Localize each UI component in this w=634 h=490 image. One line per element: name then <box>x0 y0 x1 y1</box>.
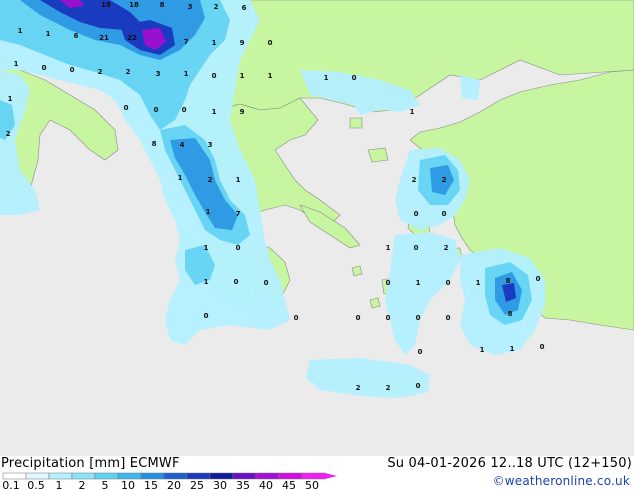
precip-value-label: 6 <box>242 4 247 12</box>
precip-value-label: 1 <box>416 279 421 287</box>
legend-tick-label: 35 <box>236 479 250 490</box>
map-title: Precipitation [mm] ECMWF <box>1 456 180 471</box>
precip-value-label: 2 <box>442 176 447 184</box>
precip-value-label: 0 <box>264 279 269 287</box>
precip-value-label: 22 <box>127 34 137 42</box>
precip-value-label: 1 <box>240 72 245 80</box>
precip-value-label: 0 <box>416 314 421 322</box>
precip-value-label: 1 <box>480 346 485 354</box>
precip-value-label: 2 <box>126 68 131 76</box>
legend-tick-label: 40 <box>259 479 273 490</box>
land-cyclades-2 <box>369 297 381 309</box>
precip-value-label: 0 <box>124 104 129 112</box>
precip-value-label: 0 <box>352 74 357 82</box>
precip-value-label: 0 <box>386 279 391 287</box>
precip-value-label: 1 <box>206 208 211 216</box>
precip-value-label: 0 <box>418 348 423 356</box>
precip-value-label: 1 <box>324 74 329 82</box>
precip-value-label: 3 <box>188 3 193 11</box>
precip-value-label: 6 <box>74 32 79 40</box>
precip-value-label: 1 <box>510 345 515 353</box>
precip-value-label: 1 <box>18 27 23 35</box>
precip-value-label: 8 <box>508 310 513 318</box>
precip-value-label: 0 <box>446 279 451 287</box>
precip-value-label: 21 <box>99 34 109 42</box>
legend-ticks: 0.1 0.5 1 2 5 10 15 20 25 30 35 40 45 50 <box>2 479 319 490</box>
legend-tick-label: 0.5 <box>27 479 45 490</box>
precip-value-label: 1 <box>184 70 189 78</box>
precip-value-label: 0 <box>236 244 241 252</box>
precip-value-label: 1 <box>236 176 241 184</box>
legend-tick-label: 25 <box>190 479 204 490</box>
precip-value-label: 0 <box>446 314 451 322</box>
precip-value-label: 2 <box>6 130 11 138</box>
legend-tick-label: 0.1 <box>2 479 20 490</box>
precip-value-label: 2 <box>98 68 103 76</box>
precipitation-map: 18 18 8 3 2 61 1 6 21 22 7 1 9 01 0 0 2 2 3 1 0 1 1 1 010 0 0 1 9 128… <box>0 0 634 456</box>
legend-tick-label: 10 <box>121 479 135 490</box>
precip-value-label: 1 <box>14 60 19 68</box>
precip-value-label: 0 <box>536 275 541 283</box>
precip-value-label: 1 <box>8 95 13 103</box>
precip-value-label: 0 <box>414 210 419 218</box>
precip-value-label: 0 <box>212 72 217 80</box>
legend-tick-label: 50 <box>305 479 319 490</box>
precip-value-label: 1 <box>204 278 209 286</box>
precip-value-label: 7 <box>184 38 189 46</box>
legend-tick-label: 20 <box>167 479 181 490</box>
precip-value-label: 18 <box>129 1 139 9</box>
precip-value-label: 0 <box>182 106 187 114</box>
precip-value-label: 2 <box>356 384 361 392</box>
credit-link[interactable]: ©weatheronline.co.uk <box>493 474 630 488</box>
precip-value-label: 0 <box>268 39 273 47</box>
precip-value-label: 0 <box>442 210 447 218</box>
precip-value-label: 2 <box>214 3 219 11</box>
legend-tick-label: 45 <box>282 479 296 490</box>
precip-value-label: 1 <box>386 244 391 252</box>
precip-value-label: 0 <box>540 343 545 351</box>
precip-value-label: 8 <box>152 140 157 148</box>
precip-value-label: 1 <box>178 174 183 182</box>
precip-value-label: 8 <box>506 277 511 285</box>
precip-value-label: 9 <box>240 108 245 116</box>
precip-value-label: 2 <box>444 244 449 252</box>
precip-value-label: 3 <box>208 141 213 149</box>
precip-value-label: 8 <box>160 1 165 9</box>
precip-value-label: 1 <box>410 108 415 116</box>
legend-tick-label: 15 <box>144 479 158 490</box>
precip-value-label: 0 <box>154 106 159 114</box>
precip-value-label: 1 <box>212 108 217 116</box>
land-limnos <box>367 147 389 163</box>
precip-value-label: 2 <box>386 384 391 392</box>
precip-value-label: 1 <box>46 30 51 38</box>
precip-value-label: 1 <box>204 244 209 252</box>
legend-tick-label: 30 <box>213 479 227 490</box>
precip-value-label: 0 <box>386 314 391 322</box>
precip-value-label: 7 <box>236 210 241 218</box>
precip-value-label: 9 <box>240 39 245 47</box>
precip-value-label: 0 <box>356 314 361 322</box>
precip-value-label: 2 <box>412 176 417 184</box>
precip-value-label: 2 <box>208 176 213 184</box>
legend-tick-label: 2 <box>79 479 86 490</box>
precip-value-label: 0 <box>204 312 209 320</box>
legend-tick-label: 1 <box>56 479 63 490</box>
precip-value-label: 1 <box>476 279 481 287</box>
precip-value-label: 0 <box>414 244 419 252</box>
precip-value-label: 18 <box>101 1 111 9</box>
precip-value-label: 1 <box>268 72 273 80</box>
land-thasos <box>349 117 363 129</box>
precip-value-label: 1 <box>212 39 217 47</box>
land-cyclades-1 <box>351 265 363 277</box>
precip-value-label: 0 <box>416 382 421 390</box>
precip-value-label: 0 <box>42 64 47 72</box>
precip-value-label: 3 <box>156 70 161 78</box>
valid-time: Su 04-01-2026 12..18 UTC (12+150) <box>387 456 632 471</box>
precip-value-label: 0 <box>70 66 75 74</box>
legend-tick-label: 5 <box>102 479 109 490</box>
precip-value-label: 4 <box>180 141 185 149</box>
precip-value-label: 0 <box>294 314 299 322</box>
precip-value-label: 0 <box>234 278 239 286</box>
legend-overflow-arrow <box>325 473 337 479</box>
